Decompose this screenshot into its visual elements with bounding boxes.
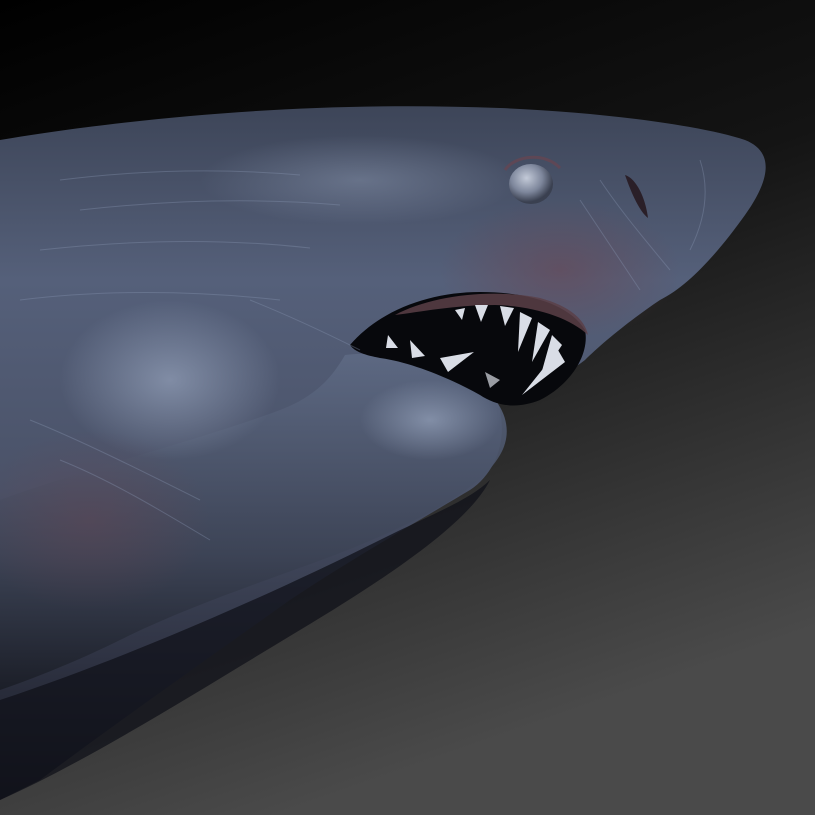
eye: [509, 164, 553, 204]
shark-render-viewport: [0, 0, 815, 815]
shark-illustration: [0, 0, 815, 815]
skin-highlight-top: [200, 135, 520, 225]
